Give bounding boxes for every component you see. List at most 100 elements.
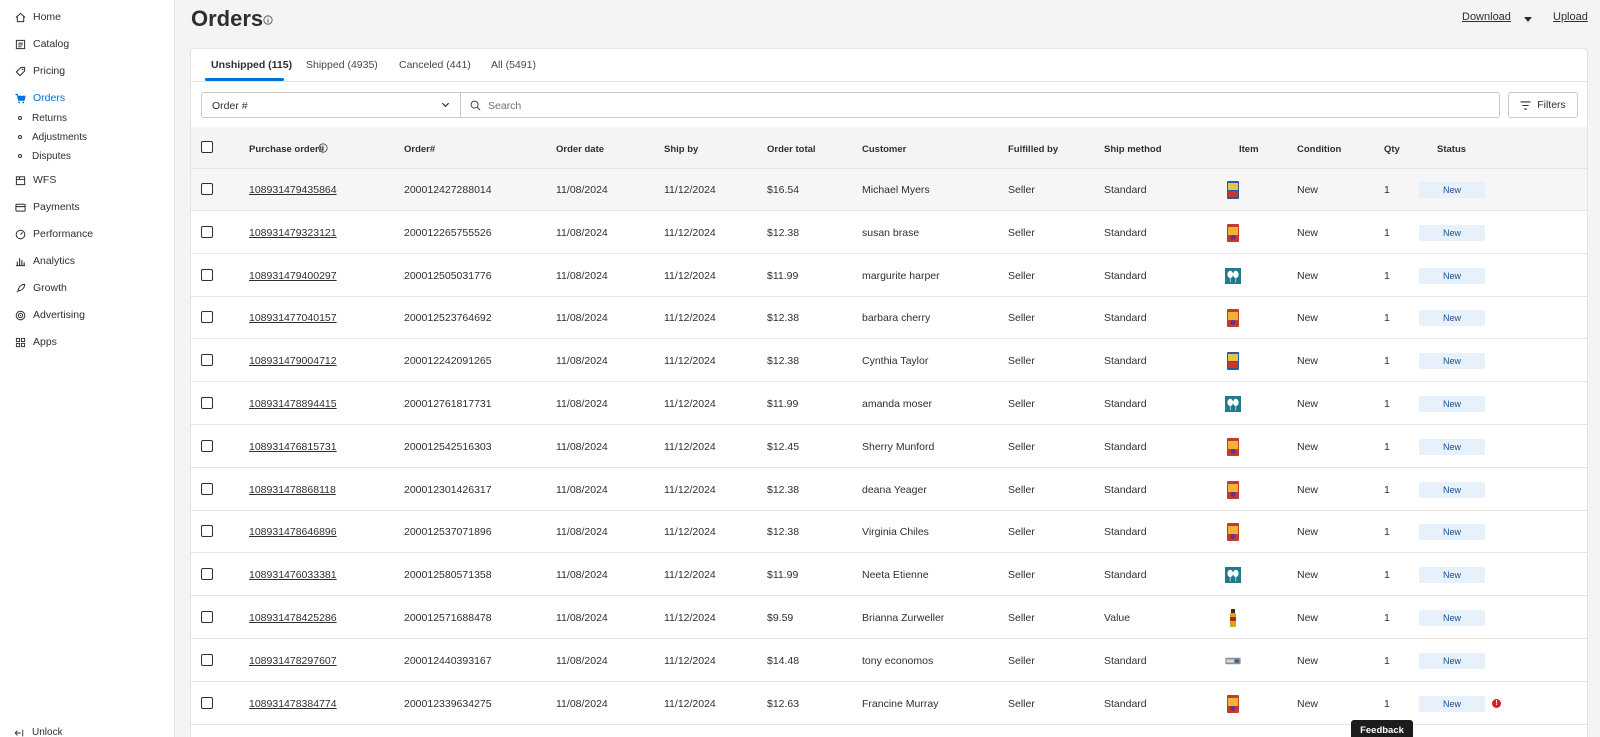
table-row[interactable]: 108931478384774 200012339634275 11/08/2024… xyxy=(191,682,1587,725)
col-customer[interactable]: Customer xyxy=(862,144,906,155)
alert-icon[interactable]: ! xyxy=(1492,698,1501,708)
col-fulfilled-by[interactable]: Fulfilled by xyxy=(1008,144,1058,155)
row-checkbox[interactable] xyxy=(201,568,213,581)
tab-all[interactable]: All (5491) xyxy=(491,59,536,71)
table-row[interactable]: 108931479004712 200012242091265 11/08/2024… xyxy=(191,340,1587,383)
row-checkbox[interactable] xyxy=(201,611,213,623)
condition: New xyxy=(1297,355,1319,368)
unlock-button[interactable]: Unlock xyxy=(14,727,63,737)
col-ship-method[interactable]: Ship method xyxy=(1104,144,1162,155)
col-status[interactable]: Status xyxy=(1437,144,1466,155)
purchase-order-link[interactable]: 108931476815731 xyxy=(249,441,337,453)
sidebar-subitem-returns[interactable]: Returns xyxy=(18,111,67,125)
purchase-order-link[interactable]: 108931476033381 xyxy=(249,569,337,581)
sidebar-subitem-disputes[interactable]: Disputes xyxy=(18,149,71,163)
purchase-order-link[interactable]: 108931479004712 xyxy=(249,355,337,367)
balloon-pack-icon[interactable] xyxy=(1225,265,1241,287)
row-checkbox[interactable] xyxy=(201,653,213,666)
purchase-order-link[interactable]: 108931478425286 xyxy=(249,612,337,624)
col-ship-by[interactable]: Ship by xyxy=(664,144,698,155)
col-condition[interactable]: Condition xyxy=(1297,144,1341,155)
download-button[interactable]: Download xyxy=(1462,11,1511,23)
col-order-date[interactable]: Order date xyxy=(556,144,604,155)
tab-unshipped[interactable]: Unshipped (115) xyxy=(211,59,292,71)
row-checkbox[interactable] xyxy=(201,225,213,238)
search-field-select[interactable]: Order # xyxy=(201,92,461,118)
book-box-icon[interactable] xyxy=(1225,179,1241,201)
candy-box-icon[interactable] xyxy=(1225,307,1241,329)
col-item: Item xyxy=(1239,144,1259,155)
balloon-pack-icon[interactable] xyxy=(1225,564,1241,586)
tab-canceled[interactable]: Canceled (441) xyxy=(399,59,471,71)
tab-shipped[interactable]: Shipped (4935) xyxy=(306,59,378,71)
col-order[interactable]: Order# xyxy=(404,144,435,155)
book-box-icon[interactable] xyxy=(1225,350,1241,372)
row-checkbox[interactable] xyxy=(201,311,213,324)
purchase-order-link[interactable]: 108931479435864 xyxy=(249,184,337,196)
candy-box-icon[interactable] xyxy=(1225,693,1241,715)
row-checkbox[interactable] xyxy=(201,696,213,709)
candy-box-icon[interactable] xyxy=(1225,436,1241,458)
purchase-order-link[interactable]: 108931477040157 xyxy=(249,312,337,324)
table-row[interactable]: 108931478297607 200012440393167 11/08/2024… xyxy=(191,639,1587,682)
cart-icon xyxy=(14,92,26,104)
purchase-order-link[interactable]: 108931479400297 xyxy=(249,270,337,282)
sidebar-item-analytics[interactable]: Analytics xyxy=(14,252,75,270)
candy-box-icon[interactable] xyxy=(1225,479,1241,501)
sidebar-subitem-adjustments[interactable]: Adjustments xyxy=(18,130,87,144)
col-order-total[interactable]: Order total xyxy=(767,144,816,155)
table-row[interactable]: 108931479400297 200012505031776 11/08/2024… xyxy=(191,254,1587,297)
info-icon[interactable] xyxy=(318,143,328,156)
row-checkbox[interactable] xyxy=(201,268,213,281)
cable-pack-icon[interactable] xyxy=(1225,650,1241,672)
sidebar-item-apps[interactable]: Apps xyxy=(14,333,57,351)
sidebar-item-advertising[interactable]: Advertising xyxy=(14,306,85,324)
order-date: 11/08/2024 xyxy=(556,612,608,624)
row-checkbox[interactable] xyxy=(201,482,213,495)
sidebar-item-home[interactable]: Home xyxy=(14,8,61,26)
purchase-order-link[interactable]: 108931478868118 xyxy=(249,484,336,496)
row-checkbox[interactable] xyxy=(201,397,213,409)
balloon-pack-icon[interactable] xyxy=(1225,393,1241,415)
table-row[interactable]: 108931478894415 200012761817731 11/08/2024… xyxy=(191,383,1587,425)
sidebar-item-growth[interactable]: Growth xyxy=(14,279,67,297)
order-number: 200012339634275 xyxy=(404,697,492,710)
row-checkbox[interactable] xyxy=(201,354,213,367)
table-row[interactable]: 108931476815731 200012542516303 11/08/2024… xyxy=(191,425,1587,468)
col-purchase-order[interactable]: Purchase order# xyxy=(249,144,324,155)
table-row[interactable]: 108931478868118 200012301426317 11/08/2024… xyxy=(191,468,1587,511)
table-row[interactable]: 108931478646896 200012537071896 11/08/2024… xyxy=(191,511,1587,554)
table-row[interactable]: 108931478425286 200012571688478 11/08/2024… xyxy=(191,597,1587,639)
feedback-button[interactable]: Feedback xyxy=(1351,720,1413,737)
sidebar-item-orders[interactable]: Orders xyxy=(14,89,65,107)
purchase-order-link[interactable]: 108931478297607 xyxy=(249,655,337,667)
purchase-order-link[interactable]: 108931478894415 xyxy=(249,398,337,410)
info-icon[interactable] xyxy=(263,15,273,28)
filters-button[interactable]: Filters xyxy=(1508,92,1578,118)
table-row[interactable]: 108931479323121 200012265755526 11/08/2024… xyxy=(191,211,1587,254)
row-checkbox[interactable] xyxy=(201,525,213,538)
purchase-order-link[interactable]: 108931478384774 xyxy=(249,698,337,710)
row-checkbox[interactable] xyxy=(201,183,213,195)
candy-box-icon[interactable] xyxy=(1225,521,1241,543)
select-all-checkbox[interactable] xyxy=(201,141,213,153)
purchase-order-link[interactable]: 108931479323121 xyxy=(249,227,337,239)
candy-box-icon[interactable] xyxy=(1225,222,1241,244)
sidebar-item-payments[interactable]: Payments xyxy=(14,198,80,216)
table-row[interactable]: 108931479435864 200012427288014 11/08/2024… xyxy=(191,169,1587,211)
order-total: $12.38 xyxy=(767,312,800,325)
col-qty[interactable]: Qty xyxy=(1384,144,1400,155)
sidebar-item-wfs[interactable]: WFS xyxy=(14,171,56,189)
sidebar-item-pricing[interactable]: Pricing xyxy=(14,62,65,80)
purchase-order-link[interactable]: 108931478646896 xyxy=(249,526,337,538)
sidebar-item-catalog[interactable]: Catalog xyxy=(14,35,69,53)
sidebar-item-performance[interactable]: Performance xyxy=(14,225,93,243)
table-row[interactable]: 108931476033381 200012580571358 11/08/2024… xyxy=(191,554,1587,597)
row-checkbox[interactable] xyxy=(201,439,213,452)
caret-down-icon[interactable] xyxy=(1524,14,1532,26)
status-badge: New xyxy=(1419,652,1485,669)
bottle-icon[interactable] xyxy=(1225,607,1241,629)
table-row[interactable]: 108931477040157 200012523764692 11/08/2024… xyxy=(191,297,1587,340)
upload-button[interactable]: Upload xyxy=(1553,11,1588,23)
search-input[interactable] xyxy=(488,97,1388,114)
